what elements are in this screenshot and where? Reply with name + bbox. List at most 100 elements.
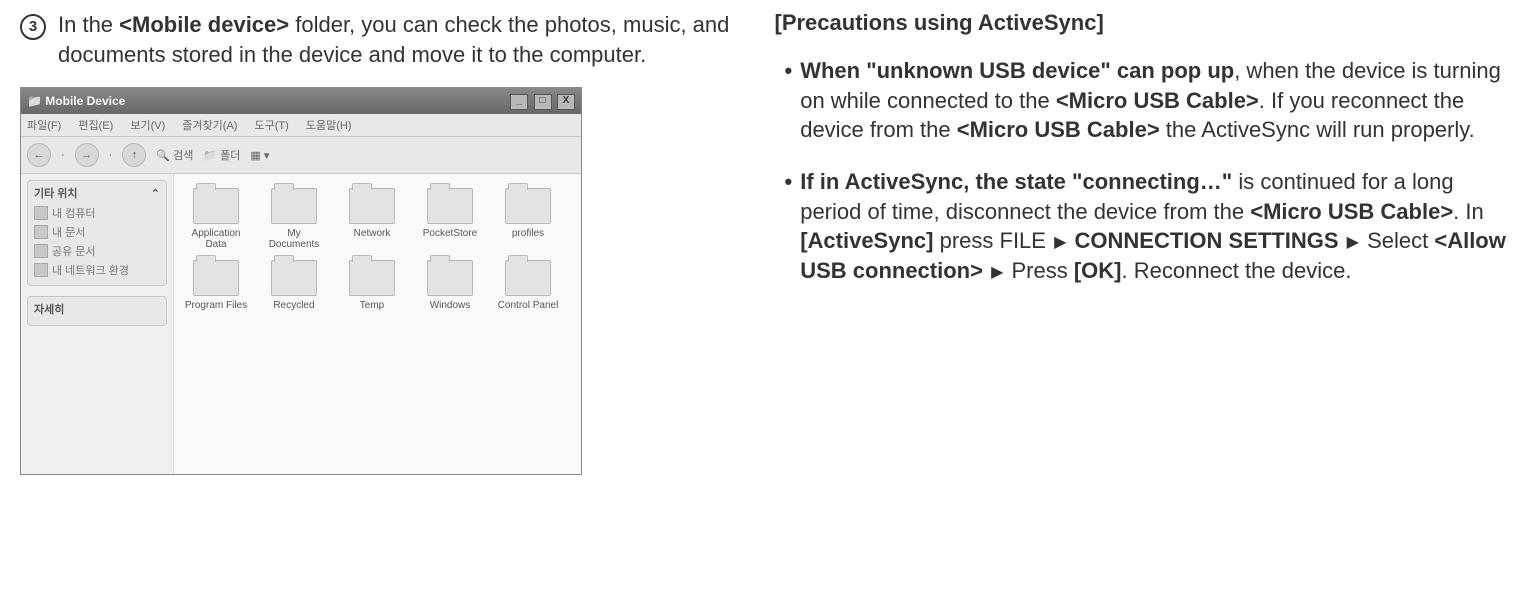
arrow-icon: ▶ (1347, 232, 1359, 254)
icon-grid: Application Data My Documents Network Po… (184, 188, 571, 311)
arrow-icon: ▶ (991, 262, 1003, 284)
list-item[interactable]: 내 네트워크 환경 (34, 262, 160, 278)
separator: · (61, 149, 65, 161)
other-places-panel: 기타 위치 ⌃ 내 컴퓨터 내 문서 공유 문서 내 네트워크 환경 (27, 180, 167, 286)
right-column: [Precautions using ActiveSync] • When "u… (765, 0, 1529, 594)
text: [ActiveSync] (800, 228, 933, 253)
folder-label: Recycled (262, 300, 326, 311)
bullet-dot: • (785, 167, 793, 197)
item-label: 내 문서 (52, 224, 85, 240)
folder-item[interactable]: PocketStore (418, 188, 482, 250)
folder-label: Application Data (184, 228, 248, 250)
folder-label: Network (340, 228, 404, 239)
menu-help[interactable]: 도움말(H) (306, 120, 352, 132)
views-button[interactable]: ▦ ▾ (250, 149, 269, 162)
item-label: 내 컴퓨터 (52, 205, 96, 221)
forward-button[interactable]: → (75, 143, 99, 167)
back-button[interactable]: ← (27, 143, 51, 167)
minimize-button[interactable]: _ (510, 94, 528, 110)
menu-edit[interactable]: 편집(E) (78, 120, 113, 132)
list-item[interactable]: 내 문서 (34, 224, 160, 240)
text: Press (1005, 258, 1073, 283)
bullet-dot: • (785, 56, 793, 86)
bullet-text: When "unknown USB device" can pop up, wh… (800, 56, 1509, 145)
panel-title: 기타 위치 (34, 185, 78, 201)
details-panel: 자세히 (27, 296, 167, 326)
folder-item[interactable]: Windows (418, 260, 482, 311)
text: [OK] (1074, 258, 1122, 283)
text: In the (58, 12, 119, 37)
text: <Micro USB Cable> (957, 117, 1160, 142)
bullet-text: If in ActiveSync, the state "connecting…… (800, 167, 1509, 286)
step-3: 3 In the <Mobile device> folder, you can… (20, 10, 735, 69)
item-label: 내 네트워크 환경 (52, 262, 129, 278)
folder-label: Program Files (184, 300, 248, 311)
folders-button[interactable]: 📁 폴더 (203, 147, 240, 163)
menu-tools[interactable]: 도구(T) (255, 120, 289, 132)
close-button[interactable]: X (557, 94, 575, 110)
menu-file[interactable]: 파일(F) (27, 120, 61, 132)
folder-icon (271, 260, 317, 296)
folder-item[interactable]: profiles (496, 188, 560, 250)
maximize-button[interactable]: □ (534, 94, 552, 110)
folder-item[interactable]: My Documents (262, 188, 326, 250)
folder-item[interactable]: Control Panel (496, 260, 560, 311)
folder-item[interactable]: Recycled (262, 260, 326, 311)
text: CONNECTION SETTINGS (1075, 228, 1339, 253)
shared-icon (34, 244, 48, 258)
precautions-heading: [Precautions using ActiveSync] (775, 10, 1510, 36)
folder-item[interactable]: Network (340, 188, 404, 250)
computer-icon (34, 206, 48, 220)
text: press FILE (933, 228, 1052, 253)
folder-icon (193, 260, 239, 296)
text: <Micro USB Cable> (1250, 199, 1453, 224)
text: . In (1453, 199, 1484, 224)
menu-view[interactable]: 보기(V) (130, 120, 165, 132)
panel-heading: 자세히 (34, 301, 160, 317)
list-item[interactable]: 내 컴퓨터 (34, 205, 160, 221)
text: the ActiveSync will run properly. (1160, 117, 1475, 142)
network-icon (34, 263, 48, 277)
collapse-icon[interactable]: ⌃ (151, 187, 160, 200)
folder-icon (427, 188, 473, 224)
folder-icon (271, 188, 317, 224)
side-panel: 기타 위치 ⌃ 내 컴퓨터 내 문서 공유 문서 내 네트워크 환경 자세히 (21, 174, 174, 474)
folder-item[interactable]: Application Data (184, 188, 248, 250)
folder-label: profiles (496, 228, 560, 239)
separator: · (109, 149, 113, 161)
folder-item[interactable]: Temp (340, 260, 404, 311)
panel-heading: 기타 위치 ⌃ (34, 185, 160, 201)
folder-icon (505, 260, 551, 296)
title-text: Mobile Device (45, 94, 125, 108)
search-button[interactable]: 🔍 검색 (156, 147, 193, 163)
bullet-1: • When "unknown USB device" can pop up, … (775, 56, 1510, 145)
text: When "unknown USB device" can pop up (800, 58, 1234, 83)
text: . Reconnect the device. (1122, 258, 1352, 283)
menu-favorites[interactable]: 즐겨찾기(A) (182, 120, 237, 132)
step-text: In the <Mobile device> folder, you can c… (58, 10, 735, 69)
folders-label: 폴더 (220, 150, 240, 162)
text: <Micro USB Cable> (1056, 88, 1259, 113)
text: If in ActiveSync, the state "connecting…… (800, 169, 1232, 194)
folder-label: Windows (418, 300, 482, 311)
folder-icon (427, 260, 473, 296)
folder-icon (505, 188, 551, 224)
documents-icon (34, 225, 48, 239)
folder-label: Control Panel (496, 300, 560, 311)
list-item[interactable]: 공유 문서 (34, 243, 160, 259)
explorer-body: 기타 위치 ⌃ 내 컴퓨터 내 문서 공유 문서 내 네트워크 환경 자세히 A… (21, 174, 581, 474)
folder-icon (349, 260, 395, 296)
left-column: 3 In the <Mobile device> folder, you can… (0, 0, 765, 594)
mobile-device-label: <Mobile device> (119, 12, 289, 37)
folder-content: Application Data My Documents Network Po… (174, 174, 581, 474)
folder-label: PocketStore (418, 228, 482, 239)
up-button[interactable]: ↑ (122, 143, 146, 167)
panel-title: 자세히 (34, 301, 64, 317)
bullet-2: • If in ActiveSync, the state "connectin… (775, 167, 1510, 286)
folder-label: My Documents (262, 228, 326, 250)
folder-item[interactable]: Program Files (184, 260, 248, 311)
step-number-badge: 3 (20, 14, 46, 40)
folder-icon (349, 188, 395, 224)
toolbar: ← · → · ↑ 🔍 검색 📁 폴더 ▦ ▾ (21, 137, 581, 174)
window-titlebar: 📁 Mobile Device _ □ X (21, 88, 581, 114)
